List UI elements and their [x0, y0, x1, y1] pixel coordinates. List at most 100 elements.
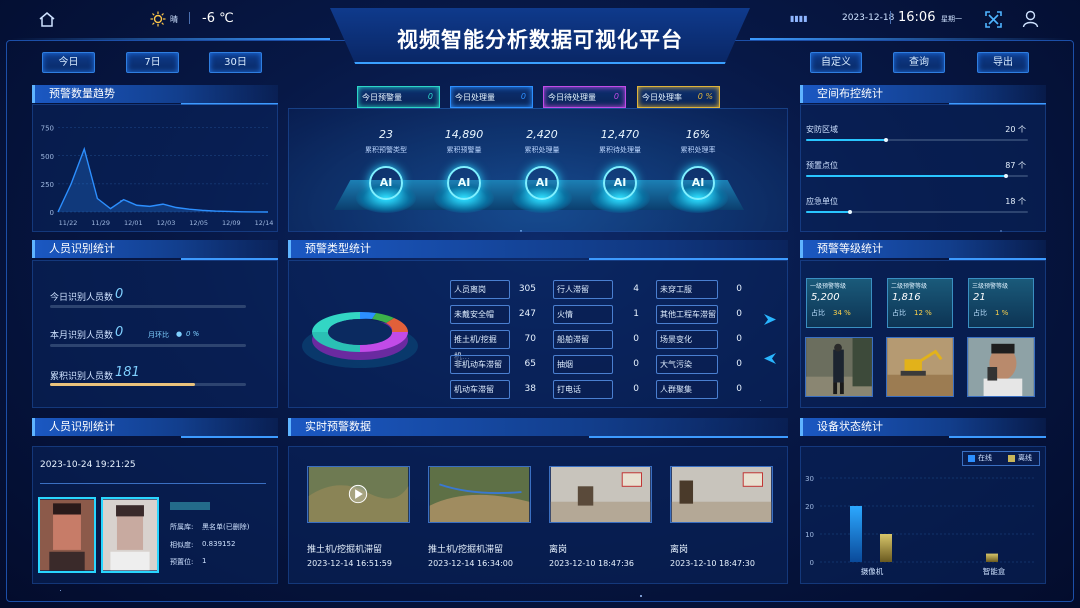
level-name: 三级预警等级 [972, 283, 1009, 290]
type-value: 65 [524, 359, 536, 369]
preset-label: 预置位: [170, 558, 194, 566]
kpi-value: 0 [427, 92, 433, 101]
trend-ytick: 750 [41, 125, 54, 133]
level-card[interactable]: 三级预警等级 21 占比 1 % [968, 278, 1034, 328]
trend-xtick: 12/05 [189, 219, 208, 227]
today-label: 今日识别人员数 [50, 293, 114, 303]
level-card[interactable]: 二级预警等级 1,816 占比 12 % [887, 278, 953, 328]
type-chip[interactable]: 未戴安全帽 [450, 305, 510, 324]
total-bar [50, 383, 246, 386]
type-value: 1 [633, 309, 639, 319]
header-line-left [12, 38, 330, 40]
btn-7days[interactable]: 7日 [126, 52, 179, 73]
home-icon[interactable] [38, 11, 56, 27]
type-chip[interactable]: 行人滞留 [553, 280, 613, 299]
legend-online: 在线 [978, 454, 992, 462]
device-xtick: 智能盒 [983, 566, 1006, 576]
realtime-thumb-2[interactable] [428, 466, 531, 523]
ai-icon: AI [603, 166, 637, 200]
today-bar [50, 305, 246, 308]
arrow-left-icon[interactable] [763, 352, 777, 365]
weekday-text: 星期一 [941, 15, 962, 23]
level-thumb-2[interactable] [886, 337, 954, 397]
type-chip[interactable]: 人员离岗 [450, 280, 510, 299]
device-chart: 0 10 20 30 摄像机 智能盒 [805, 475, 1036, 576]
type-value: 0 [736, 384, 742, 394]
captured-face[interactable] [38, 497, 96, 573]
legend-swatch-online [968, 455, 975, 462]
kpi-label: 今日处理量 [455, 93, 495, 102]
stat-item: 2,420 累积处理量 [502, 128, 582, 155]
realtime-thumb-3[interactable] [549, 466, 652, 523]
stat-item: 23 累积预警类型 [346, 128, 426, 155]
db-label: 所属库: [170, 523, 194, 531]
device-ytick: 30 [805, 475, 814, 483]
kpi-box[interactable]: 今日处理量 0 [450, 86, 533, 108]
fullscreen-icon[interactable] [985, 11, 1002, 28]
kpi-box[interactable]: 今日待处理量 0 [543, 86, 626, 108]
type-chip[interactable]: 推土机/挖掘机... [450, 330, 510, 361]
realtime-event-name: 推土机/挖掘机滞留 [428, 545, 504, 555]
name-redacted [170, 502, 210, 510]
level-name: 二级预警等级 [891, 283, 928, 290]
btn-custom[interactable]: 自定义 [810, 52, 862, 73]
level-value: 5,200 [811, 292, 840, 303]
total-label: 累积识别人员数 [50, 372, 114, 382]
kpi-box[interactable]: 今日处理率 0 % [637, 86, 720, 108]
level-value: 1,816 [892, 292, 921, 303]
library-face[interactable] [101, 497, 159, 573]
kpi-label: 今日待处理量 [548, 93, 596, 102]
level-ratio: 34 % [833, 309, 851, 317]
level-thumb-3[interactable] [967, 337, 1035, 397]
ai-icon: AI [681, 166, 715, 200]
realtime-thumb-4[interactable] [670, 466, 773, 523]
level-card[interactable]: 一级预警等级 5,200 占比 34 % [806, 278, 872, 328]
realtime-thumb-1[interactable] [307, 466, 410, 523]
type-chip[interactable]: 其他工程车滞留 [656, 305, 718, 324]
type-chip[interactable]: 场景变化 [656, 330, 718, 349]
stat-item: 12,470 累积待处理量 [580, 128, 660, 155]
recog-time: 2023-10-24 19:21:25 [40, 460, 136, 470]
level-ratio-label: 占比 [892, 309, 906, 317]
type-chip[interactable]: 人群聚集 [656, 380, 718, 399]
level-ratio-row: 占比 34 % [807, 303, 871, 318]
trend-ytick: 0 [50, 209, 54, 217]
stat-label: 累积处理量 [524, 146, 560, 154]
page-title: 视频智能分析数据可视化平台 [397, 28, 683, 52]
legend-offline: 离线 [1018, 454, 1032, 462]
btn-30days[interactable]: 30日 [209, 52, 262, 73]
stat-label: 累积预警类型 [365, 146, 407, 154]
type-value: 0 [736, 309, 742, 319]
type-chip[interactable]: 未穿工服 [656, 280, 718, 299]
trend-header: 预警数量趋势 [32, 85, 278, 105]
level-ratio: 1 % [995, 309, 1009, 317]
device-ytick: 10 [805, 531, 814, 539]
header-line-right [750, 38, 1068, 40]
space-value: 18 个 [1005, 197, 1026, 206]
arrow-right-icon[interactable] [763, 313, 777, 326]
type-donut-chart [302, 311, 418, 368]
btn-export[interactable]: 导出 [977, 52, 1029, 73]
kpi-label: 今日预警量 [362, 93, 402, 102]
level-thumb-1[interactable] [805, 337, 873, 397]
level-ratio-label: 占比 [811, 309, 825, 317]
stat-value: 12,470 [600, 128, 640, 141]
type-chip[interactable]: 船舶滞留 [553, 330, 613, 349]
type-chip[interactable]: 抽烟 [553, 355, 613, 374]
realtime-event-time: 2023-12-14 16:34:00 [428, 559, 513, 568]
type-value: 38 [524, 384, 536, 394]
type-chip[interactable]: 打电话 [553, 380, 613, 399]
type-chip[interactable]: 机动车滞留 [450, 380, 510, 399]
trend-xtick: 12/03 [157, 219, 176, 227]
recog-header: 人员识别统计 [32, 418, 278, 438]
month-label: 本月识别人员数 [50, 331, 114, 341]
type-chip[interactable]: 非机动车滞留 [450, 355, 510, 374]
btn-query[interactable]: 查询 [893, 52, 945, 73]
mom-dot: ● [176, 330, 183, 338]
type-chip[interactable]: 大气污染 [656, 355, 718, 374]
kpi-box[interactable]: 今日预警量 0 [357, 86, 440, 108]
trend-ytick: 500 [41, 153, 54, 161]
type-chip[interactable]: 火情 [553, 305, 613, 324]
btn-today[interactable]: 今日 [42, 52, 95, 73]
user-icon[interactable] [1022, 10, 1039, 28]
